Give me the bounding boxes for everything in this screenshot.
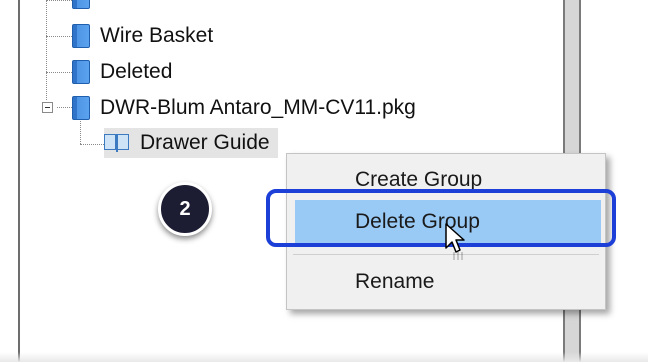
tree-connector	[46, 0, 74, 1]
tree-item-package[interactable]: DWR-Blum Antaro_MM-CV11.pkg	[72, 93, 416, 123]
annotation-highlight-box	[266, 189, 616, 247]
tree-item-label: DWR-Blum Antaro_MM-CV11.pkg	[100, 96, 416, 119]
open-book-icon	[104, 134, 130, 152]
menu-item-label: Rename	[355, 270, 435, 293]
step-badge: 2	[158, 182, 212, 236]
collapse-toggle[interactable]	[42, 102, 53, 113]
book-icon	[72, 0, 90, 9]
tree-item-drawer-guide[interactable]: Drawer Guide	[104, 128, 278, 158]
bottom-edge-shadow	[0, 352, 648, 362]
book-icon	[72, 60, 90, 84]
tree-connector	[80, 144, 104, 145]
tree-item-cut[interactable]	[72, 0, 100, 12]
book-icon	[72, 24, 90, 48]
mouse-pointer-icon	[445, 223, 465, 260]
tree-item-label: Deleted	[100, 60, 173, 83]
tree-item-label: Wire Basket	[100, 24, 214, 47]
book-icon	[72, 96, 90, 120]
tree-connector	[46, 36, 74, 37]
tree-item-label: Drawer Guide	[140, 131, 270, 154]
tree-connector	[46, 0, 47, 100]
tree-item-deleted[interactable]: Deleted	[72, 57, 172, 87]
tree-item-wire-basket[interactable]: Wire Basket	[72, 21, 213, 51]
tree-connector	[46, 72, 74, 73]
menu-item-rename[interactable]: Rename	[287, 260, 605, 304]
